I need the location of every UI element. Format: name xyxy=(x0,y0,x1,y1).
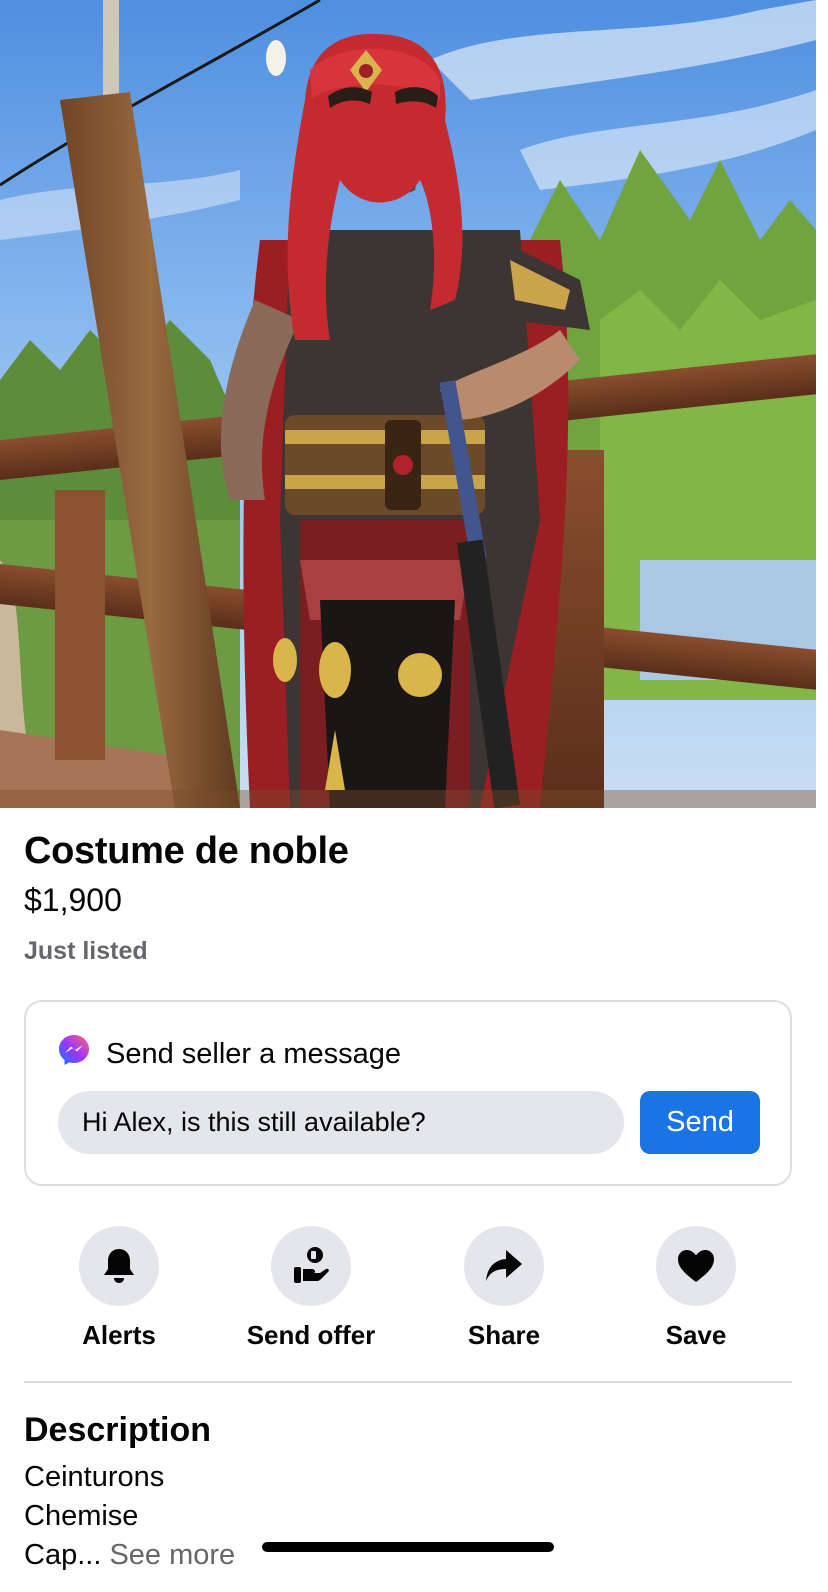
alerts-circle[interactable] xyxy=(79,1226,159,1306)
messenger-icon xyxy=(59,1035,89,1065)
send-offer-button[interactable]: Send offer xyxy=(216,1226,406,1356)
listing-title: Costume de noble xyxy=(24,830,349,872)
listing-price: $1,900 xyxy=(24,882,122,918)
section-divider xyxy=(24,1381,792,1383)
alerts-button[interactable]: Alerts xyxy=(24,1226,214,1356)
description-line-last: Cap... See more xyxy=(24,1539,235,1572)
share-circle[interactable] xyxy=(464,1226,544,1306)
save-label: Save xyxy=(665,1320,727,1350)
message-seller-card: Send seller a message Send xyxy=(24,1000,792,1186)
see-more-link[interactable]: See more xyxy=(109,1539,235,1571)
send-offer-icon xyxy=(294,1247,329,1283)
share-label: Share xyxy=(467,1320,541,1350)
description-line: Ceinturons xyxy=(24,1461,165,1493)
share-button[interactable]: Share xyxy=(409,1226,599,1356)
message-input[interactable] xyxy=(58,1091,624,1154)
alerts-label: Alerts xyxy=(82,1320,156,1350)
message-heading: Send seller a message xyxy=(106,1038,401,1070)
description-truncated-text: Cap... xyxy=(24,1539,102,1571)
send-offer-circle[interactable] xyxy=(271,1226,351,1306)
save-button[interactable]: Save xyxy=(601,1226,791,1356)
bell-icon xyxy=(104,1249,134,1283)
description-heading: Description xyxy=(24,1411,212,1449)
description-line: Chemise xyxy=(24,1500,139,1532)
listing-photo[interactable] xyxy=(0,0,816,808)
listing-status: Just listed xyxy=(24,937,148,965)
share-arrow-icon xyxy=(486,1250,522,1281)
heart-icon xyxy=(678,1250,714,1282)
send-offer-label: Send offer xyxy=(246,1320,376,1350)
listing-photo-image xyxy=(0,0,816,808)
home-indicator[interactable] xyxy=(262,1542,554,1552)
save-circle[interactable] xyxy=(656,1226,736,1306)
marketplace-listing-page: Costume de noble $1,900 Just listed Send… xyxy=(0,0,828,1592)
send-button[interactable]: Send xyxy=(640,1091,760,1154)
